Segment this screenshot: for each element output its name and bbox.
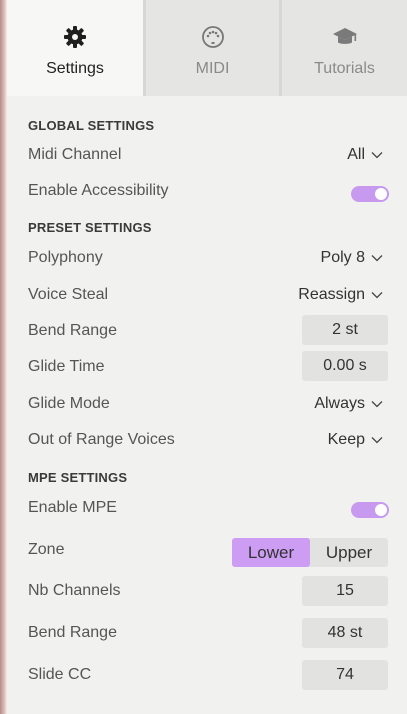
polyphony-label: Polyphony: [28, 249, 103, 266]
chevron-down-icon: [371, 255, 383, 262]
slide-cc-label: Slide CC: [28, 666, 92, 683]
zone-upper-option[interactable]: Upper: [310, 538, 388, 567]
slide-cc-field[interactable]: 74: [302, 660, 388, 690]
voice-steal-dropdown[interactable]: Reassign: [298, 286, 383, 304]
global-settings-title: GLOBAL SETTINGS: [28, 118, 155, 133]
glide-time-field[interactable]: 0.00 s: [302, 351, 388, 381]
chevron-down-icon: [371, 152, 383, 159]
midi-channel-label: Midi Channel: [28, 146, 122, 163]
tab-tutorials-label: Tutorials: [314, 60, 375, 77]
midi-channel-value: All: [347, 146, 365, 163]
polyphony-dropdown[interactable]: Poly 8: [321, 249, 383, 267]
tab-settings-label: Settings: [46, 60, 104, 77]
mpe-settings-title: MPE SETTINGS: [28, 470, 128, 485]
tab-settings[interactable]: Settings: [7, 0, 143, 96]
chevron-down-icon: [371, 401, 383, 408]
chevron-down-icon: [371, 292, 383, 299]
graduation-cap-icon: [332, 24, 358, 50]
gear-icon: [63, 24, 87, 50]
out-of-range-dropdown[interactable]: Keep: [328, 431, 383, 449]
out-of-range-label: Out of Range Voices: [28, 431, 175, 448]
midi-channel-dropdown[interactable]: All: [347, 146, 383, 164]
accessibility-toggle[interactable]: [351, 186, 389, 202]
accessibility-label: Enable Accessibility: [28, 182, 169, 199]
mpe-bend-range-label: Bend Range: [28, 624, 117, 641]
glide-time-label: Glide Time: [28, 358, 105, 375]
tab-midi[interactable]: MIDI: [143, 0, 279, 96]
toggle-knob: [375, 188, 387, 200]
midi-connector-icon: [201, 24, 225, 50]
out-of-range-value: Keep: [327, 431, 365, 448]
toggle-knob: [375, 504, 387, 516]
zone-label: Zone: [28, 541, 65, 558]
enable-mpe-label: Enable MPE: [28, 499, 117, 516]
glide-mode-value: Always: [314, 395, 365, 412]
nb-channels-label: Nb Channels: [28, 582, 121, 599]
preset-settings-title: PRESET SETTINGS: [28, 220, 152, 235]
enable-mpe-toggle[interactable]: [351, 502, 389, 518]
settings-panel: GLOBAL SETTINGS Midi Channel All Enable …: [7, 96, 407, 714]
window-edge: [0, 0, 7, 714]
polyphony-value: Poly 8: [320, 249, 365, 266]
mpe-bend-range-field[interactable]: 48 st: [302, 618, 388, 648]
glide-mode-dropdown[interactable]: Always: [314, 395, 383, 413]
bend-range-label: Bend Range: [28, 322, 117, 339]
glide-mode-label: Glide Mode: [28, 395, 110, 412]
tab-midi-label: MIDI: [195, 60, 230, 77]
zone-lower-option[interactable]: Lower: [232, 538, 310, 567]
voice-steal-value: Reassign: [298, 286, 365, 303]
zone-segmented-control: Lower Upper: [232, 538, 388, 567]
chevron-down-icon: [371, 437, 383, 444]
tab-tutorials[interactable]: Tutorials: [279, 0, 407, 96]
bend-range-field[interactable]: 2 st: [302, 315, 388, 345]
voice-steal-label: Voice Steal: [28, 286, 109, 303]
tab-bar: Settings MIDI Tutorials: [7, 0, 407, 96]
nb-channels-field[interactable]: 15: [302, 576, 388, 606]
